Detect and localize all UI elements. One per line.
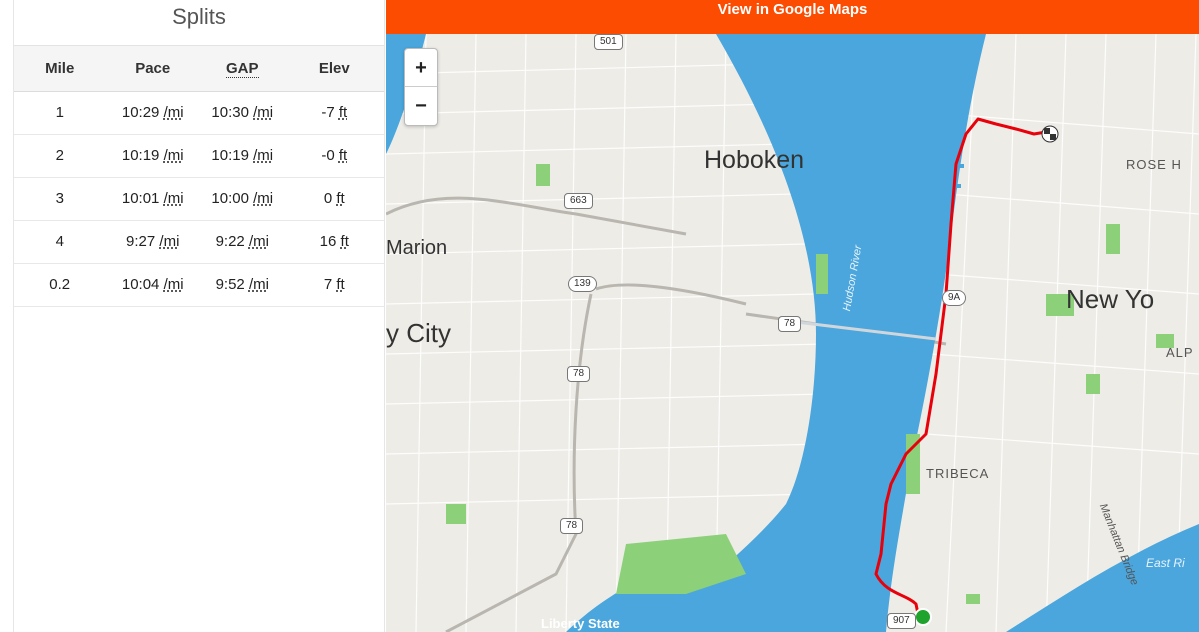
split-row: 1 10:29 /mi 10:30 /mi -7 ft bbox=[14, 91, 384, 135]
split-mile: 0.2 bbox=[14, 263, 106, 307]
elev-value: 16 bbox=[319, 233, 337, 250]
label-new-york: New Yo bbox=[1066, 284, 1155, 314]
split-elev: -0 ft bbox=[284, 134, 384, 178]
label-tribeca: TRIBECA bbox=[926, 466, 990, 481]
route-shield-501: 501 bbox=[594, 34, 623, 50]
finish-flag-icon[interactable] bbox=[1041, 125, 1059, 143]
pace-value: 9:27 bbox=[126, 233, 156, 250]
view-in-google-maps-link[interactable]: View in Google Maps bbox=[386, 0, 1199, 34]
split-pace: 10:19 /mi bbox=[105, 134, 200, 178]
elev-unit[interactable]: ft bbox=[339, 104, 347, 121]
pace-value: 10:19 bbox=[121, 147, 160, 164]
gap-unit[interactable]: /mi bbox=[249, 233, 269, 250]
split-mile: 4 bbox=[14, 220, 106, 264]
gap-unit[interactable]: /mi bbox=[253, 190, 273, 207]
gap-value: 9:22 bbox=[215, 233, 245, 250]
route-shield-907: 907 bbox=[887, 613, 916, 629]
elev-value: 7 bbox=[323, 276, 333, 293]
split-pace: 9:27 /mi bbox=[105, 220, 200, 264]
label-east-river: East Ri bbox=[1146, 556, 1185, 570]
banner-label[interactable]: View in Google Maps bbox=[718, 1, 868, 18]
splits-header-row: Mile Pace GAP Elev bbox=[14, 46, 384, 92]
pace-unit[interactable]: /mi bbox=[164, 147, 184, 164]
split-elev: 16 ft bbox=[284, 220, 384, 264]
elev-unit[interactable]: ft bbox=[336, 190, 344, 207]
zoom-in-button[interactable]: + bbox=[405, 49, 437, 87]
label-city: y City bbox=[386, 318, 451, 348]
split-row: 0.2 10:04 /mi 9:52 /mi 7 ft bbox=[14, 263, 384, 307]
map-canvas[interactable] bbox=[386, 34, 1199, 632]
splits-panel: Splits Mile Pace GAP Elev 1 10:29 /mi 10… bbox=[13, 0, 385, 632]
header-pace: Pace bbox=[105, 46, 200, 92]
elev-value: 0 bbox=[323, 190, 333, 207]
gap-unit[interactable]: /mi bbox=[253, 147, 273, 164]
pace-value: 10:01 bbox=[121, 190, 160, 207]
header-gap[interactable]: GAP bbox=[199, 46, 285, 92]
gap-abbr[interactable]: GAP bbox=[226, 59, 259, 78]
split-row: 4 9:27 /mi 9:22 /mi 16 ft bbox=[14, 220, 384, 264]
route-shield-663: 663 bbox=[564, 193, 593, 209]
split-mile: 3 bbox=[14, 177, 106, 221]
pace-unit[interactable]: /mi bbox=[164, 276, 184, 293]
pace-unit[interactable]: /mi bbox=[159, 233, 179, 250]
elev-unit[interactable]: ft bbox=[336, 276, 344, 293]
route-map[interactable]: View in Google Maps + − Hoboken New Yo M… bbox=[386, 0, 1199, 632]
split-pace: 10:04 /mi bbox=[105, 263, 200, 307]
route-shield-78-c: 78 bbox=[560, 518, 584, 534]
split-gap: 10:00 /mi bbox=[199, 177, 285, 221]
split-gap: 10:30 /mi bbox=[199, 91, 285, 135]
pace-unit[interactable]: /mi bbox=[164, 190, 184, 207]
gap-value: 10:30 bbox=[211, 104, 249, 121]
splits-table: Mile Pace GAP Elev 1 10:29 /mi 10:30 /mi… bbox=[14, 46, 384, 307]
gap-unit[interactable]: /mi bbox=[253, 104, 273, 121]
elev-value: -7 bbox=[321, 104, 335, 121]
label-marion: Marion bbox=[386, 237, 448, 259]
header-elev: Elev bbox=[284, 46, 384, 92]
zoom-control: + − bbox=[404, 48, 438, 126]
split-row: 2 10:19 /mi 10:19 /mi -0 ft bbox=[14, 134, 384, 178]
header-mile: Mile bbox=[14, 46, 106, 92]
split-pace: 10:01 /mi bbox=[105, 177, 200, 221]
label-hoboken: Hoboken bbox=[704, 146, 805, 174]
split-gap: 9:22 /mi bbox=[199, 220, 285, 264]
pace-unit[interactable]: /mi bbox=[164, 104, 184, 121]
split-elev: -7 ft bbox=[284, 91, 384, 135]
route-shield-139: 139 bbox=[568, 276, 597, 292]
label-rose-hill: ROSE H bbox=[1126, 157, 1182, 172]
route-shield-78-b: 78 bbox=[567, 366, 591, 382]
split-gap: 10:19 /mi bbox=[199, 134, 285, 178]
pace-value: 10:29 bbox=[121, 104, 160, 121]
split-mile: 1 bbox=[14, 91, 106, 135]
elev-unit[interactable]: ft bbox=[341, 233, 349, 250]
gap-value: 10:00 bbox=[211, 190, 249, 207]
route-shield-9a: 9A bbox=[942, 290, 967, 306]
split-mile: 2 bbox=[14, 134, 106, 178]
label-alp: ALP bbox=[1166, 345, 1194, 360]
pace-value: 10:04 bbox=[121, 276, 160, 293]
split-row: 3 10:01 /mi 10:00 /mi 0 ft bbox=[14, 177, 384, 221]
split-elev: 0 ft bbox=[284, 177, 384, 221]
zoom-out-button[interactable]: − bbox=[405, 87, 437, 125]
split-pace: 10:29 /mi bbox=[105, 91, 200, 135]
splits-title: Splits bbox=[14, 0, 384, 46]
split-gap: 9:52 /mi bbox=[199, 263, 285, 307]
gap-value: 9:52 bbox=[215, 276, 245, 293]
gap-unit[interactable]: /mi bbox=[249, 276, 269, 293]
route-shield-78-a: 78 bbox=[778, 316, 802, 332]
split-elev: 7 ft bbox=[284, 263, 384, 307]
label-liberty-state: Liberty State bbox=[541, 616, 620, 631]
elev-unit[interactable]: ft bbox=[339, 147, 347, 164]
start-marker-icon[interactable] bbox=[914, 608, 932, 626]
elev-value: -0 bbox=[321, 147, 335, 164]
gap-value: 10:19 bbox=[211, 147, 249, 164]
